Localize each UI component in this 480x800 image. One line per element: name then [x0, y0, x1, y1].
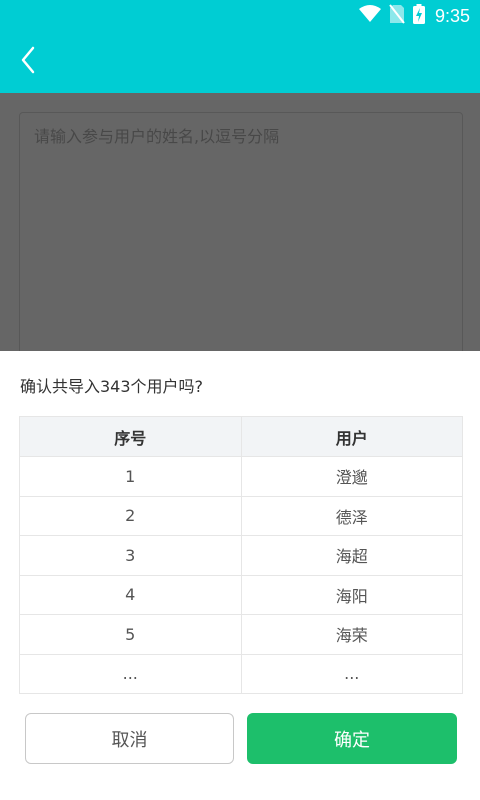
app-bar [0, 32, 480, 93]
chevron-left-icon [20, 46, 36, 78]
row-index: ... [19, 653, 242, 694]
cancel-button[interactable]: 取消 [25, 713, 234, 764]
row-index: 4 [19, 574, 242, 615]
row-index: 2 [19, 495, 242, 536]
back-button[interactable] [12, 46, 44, 78]
row-index: 3 [19, 535, 242, 576]
table-row: 2 德泽 [19, 495, 463, 536]
row-index: 5 [19, 614, 242, 655]
dialog-message: 确认共导入343个用户吗? [20, 377, 204, 396]
import-confirm-dialog: 确认共导入343个用户吗? 序号 用户 1 澄邈 2 德泽 3 海超 4 海阳 … [0, 351, 480, 800]
status-icons: 9:35 [358, 4, 470, 28]
users-preview-table: 序号 用户 1 澄邈 2 德泽 3 海超 4 海阳 5 海荣 ... ... [19, 416, 463, 694]
column-header-index: 序号 [19, 416, 242, 457]
table-row: ... ... [19, 653, 463, 694]
row-user: 德泽 [240, 495, 463, 536]
no-sim-icon [389, 4, 405, 28]
status-bar: 9:35 [0, 0, 480, 32]
row-user: 澄邈 [240, 456, 463, 497]
table-row: 3 海超 [19, 535, 463, 576]
table-header-row: 序号 用户 [19, 416, 463, 457]
modal-overlay[interactable] [0, 93, 480, 351]
table-row: 5 海荣 [19, 614, 463, 655]
row-user: 海超 [240, 535, 463, 576]
row-user: 海阳 [240, 574, 463, 615]
wifi-icon [358, 5, 381, 27]
battery-charging-icon [412, 4, 425, 28]
row-user: 海荣 [240, 614, 463, 655]
table-row: 1 澄邈 [19, 456, 463, 497]
status-time: 9:35 [434, 5, 470, 26]
column-header-user: 用户 [240, 416, 463, 457]
row-index: 1 [19, 456, 242, 497]
confirm-button[interactable]: 确定 [247, 713, 457, 764]
row-user: ... [240, 653, 463, 694]
table-row: 4 海阳 [19, 574, 463, 615]
